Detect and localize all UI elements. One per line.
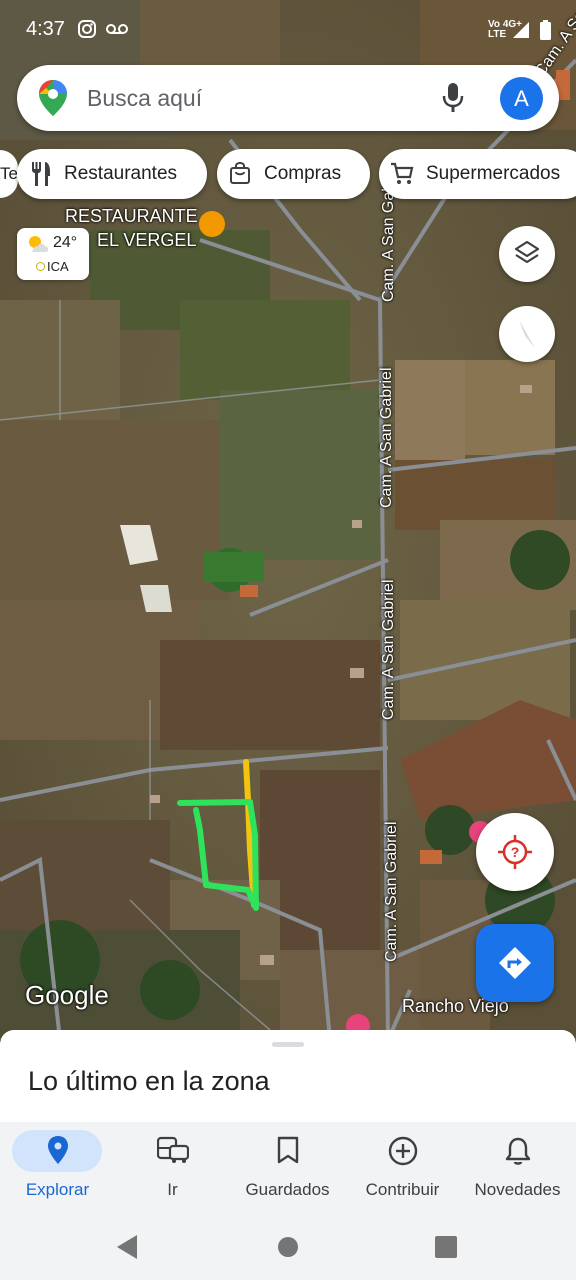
recents-icon[interactable] xyxy=(435,1236,457,1263)
battery-icon xyxy=(540,20,551,45)
status-time: 4:37 xyxy=(26,18,65,40)
search-placeholder[interactable]: Busca aquí xyxy=(87,85,202,112)
compass-icon xyxy=(515,318,539,355)
svg-text:?: ? xyxy=(511,844,520,860)
home-icon[interactable] xyxy=(277,1236,299,1263)
instagram-icon xyxy=(78,20,96,43)
back-icon[interactable] xyxy=(117,1235,139,1264)
microphone-icon[interactable] xyxy=(442,83,464,118)
directions-arrow-icon xyxy=(498,946,532,985)
bell-icon xyxy=(505,1136,531,1171)
nav-label: Explorar xyxy=(25,1180,90,1199)
google-attribution: Google xyxy=(25,980,109,1010)
chip-compras[interactable]: Compras xyxy=(217,149,370,199)
nav-label: Guardados xyxy=(245,1180,330,1199)
google-maps-logo-icon xyxy=(39,80,67,121)
nav-contribuir[interactable]: Contribuir xyxy=(345,1122,460,1214)
search-bar[interactable]: Busca aquí A xyxy=(17,65,559,131)
chip-restaurantes[interactable]: Restaurantes xyxy=(17,149,207,199)
sheet-title: Lo último en la zona xyxy=(28,1066,270,1096)
location-pin-icon xyxy=(47,1136,68,1169)
account-avatar[interactable]: A xyxy=(500,77,543,120)
road-label: Cam. A San Gabriel xyxy=(378,367,395,508)
layers-button[interactable] xyxy=(499,226,555,282)
layers-icon xyxy=(514,240,540,273)
fork-knife-icon xyxy=(30,162,52,192)
voicemail-icon xyxy=(106,20,128,43)
compass-button[interactable] xyxy=(499,306,555,362)
directions-button[interactable] xyxy=(476,924,554,1002)
nav-ir[interactable]: Ir xyxy=(115,1122,230,1214)
nav-guardados[interactable]: Guardados xyxy=(230,1122,345,1214)
poi-label-line2[interactable]: EL VERGEL xyxy=(97,230,196,251)
weather-temperature: 24° xyxy=(53,234,78,251)
chip-supermercados[interactable]: Supermercados xyxy=(379,149,576,199)
shopping-cart-icon xyxy=(390,162,414,192)
chip-label: Restaurantes xyxy=(64,163,178,184)
bottom-sheet[interactable]: Lo último en la zona xyxy=(0,1030,576,1122)
shopping-bag-icon xyxy=(230,161,250,190)
road-label: Cam. A San Gabriel xyxy=(380,579,397,720)
chip-label: Supermercados xyxy=(426,163,561,184)
air-quality-dot-icon xyxy=(36,262,45,271)
poi-label-line1[interactable]: RESTAURANTE xyxy=(65,206,198,227)
bottom-navigation: Explorar Ir Guardados Contribuir Novedad… xyxy=(0,1122,576,1214)
nav-label: Ir xyxy=(167,1180,178,1199)
nav-label: Novedades xyxy=(474,1180,561,1199)
weather-widget[interactable]: 24° ICA xyxy=(17,228,89,280)
add-circle-icon xyxy=(388,1136,418,1171)
chip-label: Compras xyxy=(264,163,342,184)
status-bar: 4:37 Vo 4G+ LTE xyxy=(0,0,576,60)
bookmark-icon xyxy=(277,1136,299,1169)
sheet-drag-handle[interactable] xyxy=(272,1042,304,1047)
location-unknown-icon: ? xyxy=(497,834,533,875)
restaurant-pin-icon xyxy=(199,211,225,237)
my-location-button[interactable]: ? xyxy=(476,813,554,891)
signal-icon xyxy=(513,22,529,43)
nav-novedades[interactable]: Novedades xyxy=(460,1122,575,1214)
commute-icon xyxy=(156,1136,189,1169)
road-label: Cam. A San Gabriel xyxy=(383,821,400,962)
air-quality-label: ICA xyxy=(47,259,69,274)
nav-explorar[interactable]: Explorar xyxy=(0,1122,115,1214)
partly-cloudy-icon xyxy=(26,234,50,259)
nav-label: Contribuir xyxy=(365,1180,440,1199)
system-navigation-bar xyxy=(0,1214,576,1280)
